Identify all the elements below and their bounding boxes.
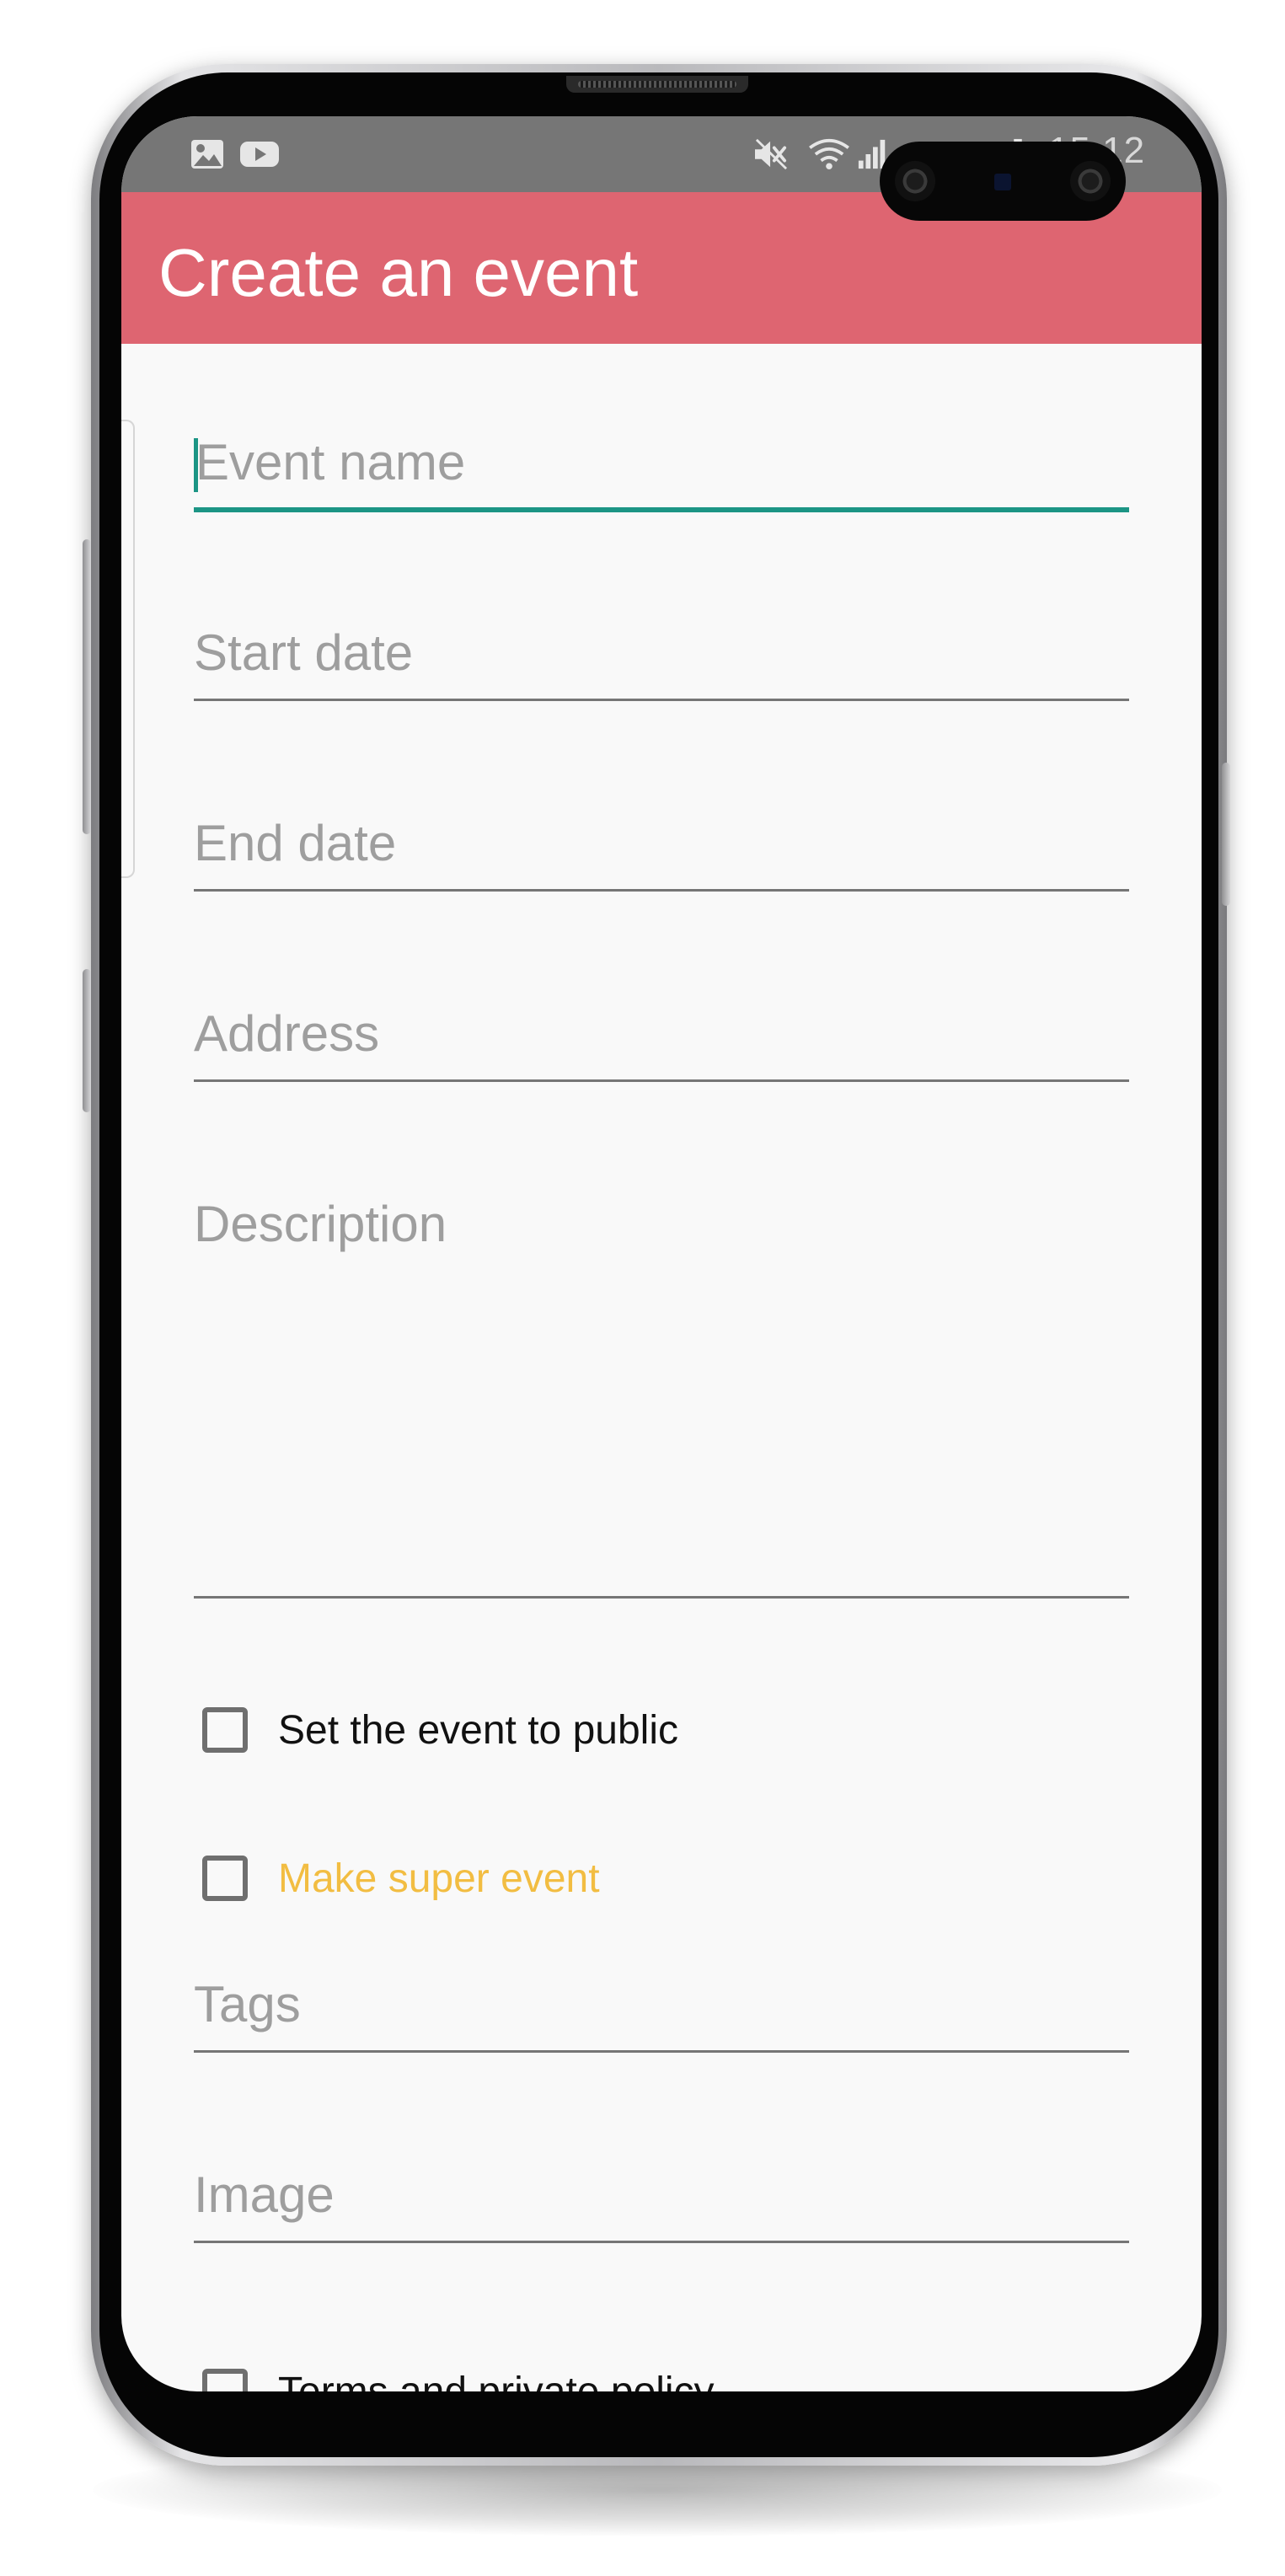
tags-underline	[194, 2050, 1129, 2053]
terms-checkbox-label: Terms and private policy	[278, 2369, 715, 2392]
camera-lens-icon	[1070, 161, 1111, 201]
wifi-icon	[809, 138, 849, 170]
description-field	[194, 1197, 1129, 1601]
end-date-field	[194, 816, 1129, 892]
super-event-checkbox-row[interactable]: Make super event	[202, 1849, 600, 1908]
super-event-checkbox-label: Make super event	[278, 1856, 600, 1901]
tags-field	[194, 1977, 1129, 2053]
description-underline	[194, 1596, 1129, 1599]
gallery-icon	[191, 140, 223, 169]
edge-panel-handle[interactable]	[121, 420, 135, 878]
earpiece-grill	[578, 81, 736, 88]
public-checkbox[interactable]	[202, 1707, 248, 1753]
youtube-icon	[240, 142, 279, 167]
bixby-key	[83, 969, 91, 1112]
public-checkbox-row[interactable]: Set the event to public	[202, 1700, 678, 1759]
camera-lens-icon	[895, 161, 935, 201]
description-input[interactable]	[194, 1197, 1129, 1550]
page-title: Create an event	[158, 235, 639, 310]
start-date-field	[194, 625, 1129, 701]
image-input[interactable]	[194, 2167, 1129, 2223]
end-date-input[interactable]	[194, 816, 1129, 871]
start-date-input[interactable]	[194, 625, 1129, 681]
event-name-underline	[194, 507, 1129, 512]
front-camera-cutout	[880, 142, 1126, 221]
end-date-underline	[194, 889, 1129, 892]
tags-input[interactable]	[194, 1977, 1129, 2032]
public-checkbox-label: Set the event to public	[278, 1707, 678, 1753]
event-name-field	[194, 435, 1131, 512]
terms-checkbox[interactable]	[202, 2369, 248, 2391]
super-event-checkbox[interactable]	[202, 1856, 248, 1901]
address-underline	[194, 1079, 1129, 1082]
image-underline	[194, 2241, 1129, 2243]
mute-icon	[755, 138, 788, 170]
terms-checkbox-row[interactable]: Terms and private policy	[202, 2362, 715, 2391]
event-name-input[interactable]	[195, 435, 1131, 490]
address-input[interactable]	[194, 1006, 1129, 1062]
volume-key-up	[83, 539, 91, 834]
start-date-underline	[194, 699, 1129, 701]
camera-sensor	[994, 174, 1011, 190]
screen: 15:12 Create an event	[121, 116, 1202, 2391]
address-field	[194, 1006, 1129, 1082]
device-mockup: 15:12 Create an event	[0, 0, 1285, 2576]
create-event-form: Set the event to public Make super event…	[121, 344, 1202, 2391]
image-field	[194, 2167, 1129, 2243]
power-key	[1222, 763, 1230, 906]
